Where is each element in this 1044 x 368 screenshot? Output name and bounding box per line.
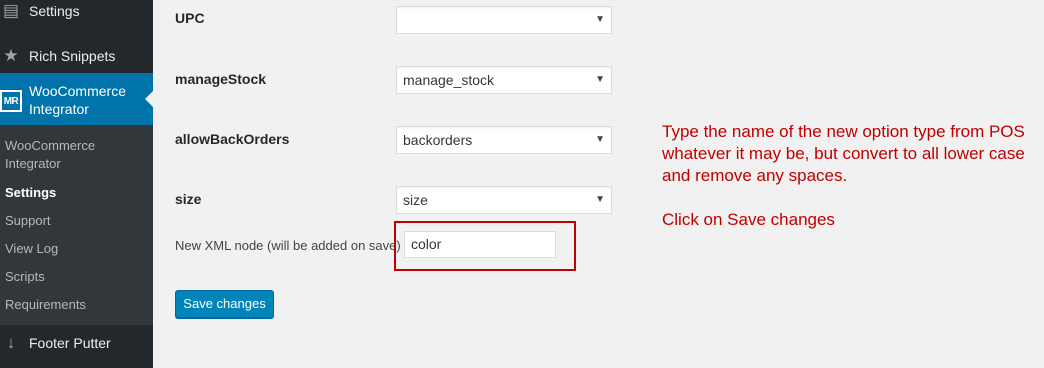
submenu-item-requirements[interactable]: Requirements	[0, 296, 86, 314]
submenu-item-view-log[interactable]: View Log	[0, 240, 58, 258]
size-select[interactable]: size ▼	[396, 186, 612, 214]
manage-stock-label: manageStock	[175, 71, 267, 87]
submenu-item-support[interactable]: Support	[0, 212, 51, 230]
chevron-down-icon: ▼	[595, 14, 605, 25]
mr-logo-icon: MR	[0, 90, 22, 112]
size-label: size	[175, 191, 202, 207]
submenu-item-woocommerce-integrator[interactable]: WooCommerce Integrator	[0, 137, 120, 173]
sidebar-item-label: Rich Snippets	[29, 48, 116, 64]
current-arrow-icon	[145, 91, 153, 107]
annotation-text: Click on Save changes	[662, 210, 835, 229]
new-xml-node-label: New XML node (will be added on save)	[175, 238, 401, 253]
new-xml-node-input[interactable]: color	[404, 231, 556, 258]
star-icon: ★	[3, 46, 19, 65]
arrow-down-icon: ↓	[6, 333, 16, 352]
settings-icon: ▤	[2, 1, 20, 20]
sidebar-item-label: WooCommerce Integrator	[29, 83, 126, 117]
manage-stock-select[interactable]: manage_stock ▼	[396, 66, 612, 94]
upc-select[interactable]: ▼	[396, 6, 612, 34]
sidebar-item-label: Settings	[29, 3, 80, 19]
annotation-text: Type the name of the new option type fro…	[662, 122, 1025, 185]
chevron-down-icon: ▼	[595, 74, 605, 85]
admin-sidebar: ▤ Settings ★ Rich Snippets MR WooCommerc…	[0, 0, 153, 368]
submenu-item-scripts[interactable]: Scripts	[0, 268, 45, 286]
sidebar-item-settings[interactable]: ▤ Settings	[0, 0, 153, 28]
sidebar-item-footer-putter[interactable]: ↓ Footer Putter	[0, 326, 153, 360]
select-value: backorders	[403, 132, 473, 148]
instruction-annotation: Type the name of the new option type fro…	[662, 121, 1042, 231]
sidebar-item-rich-snippets[interactable]: ★ Rich Snippets	[0, 39, 153, 73]
allow-backorders-label: allowBackOrders	[175, 131, 290, 147]
allow-backorders-select[interactable]: backorders ▼	[396, 126, 612, 154]
save-changes-button[interactable]: Save changes	[175, 290, 274, 318]
submenu: WooCommerce Integrator Settings Support …	[0, 125, 153, 325]
submenu-item-settings[interactable]: Settings	[0, 184, 56, 202]
sidebar-item-woocommerce-integrator[interactable]: MR WooCommerce Integrator	[0, 73, 153, 125]
upc-label: UPC	[175, 10, 205, 26]
select-value: size	[403, 192, 428, 208]
chevron-down-icon: ▼	[595, 134, 605, 145]
chevron-down-icon: ▼	[595, 194, 605, 205]
select-value: manage_stock	[403, 72, 495, 88]
sidebar-item-label: Footer Putter	[29, 335, 111, 351]
